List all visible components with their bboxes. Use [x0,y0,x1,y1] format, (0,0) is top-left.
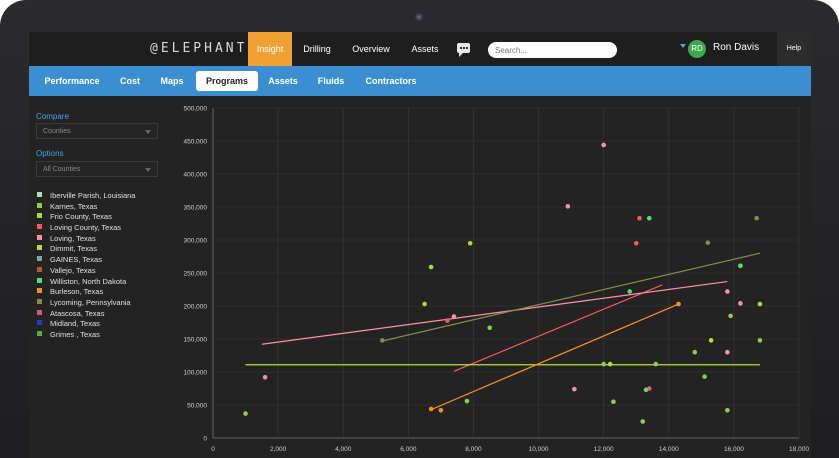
data-point [708,338,714,343]
y-tick-label: 50,000 [187,403,207,410]
y-tick-label: 100,000 [184,370,208,377]
scatter-chart: 0 2,000 4,000 6,000 8,000 10,000 12,000 14,000 1… [184,106,810,454]
y-tick-label: 200,000 [184,304,208,311]
data-point [637,215,642,221]
data-point [262,374,268,380]
x-tick-label: 4,000 [335,446,352,453]
data-point [601,142,606,148]
data-point [702,374,707,379]
data-point [601,361,606,367]
x-tick-label: 18,000 [789,446,809,453]
data-point [643,387,649,393]
app-screen: @ELEPHANT Insight Drilling Overview Asse… [29,32,811,458]
y-tick-label: 300,000 [184,238,208,245]
data-point [422,301,427,307]
x-tick-label: 6,000 [400,446,417,453]
data-point [646,215,652,221]
y-tick-label: 350,000 [184,205,208,212]
data-point [633,241,639,246]
data-point [705,240,711,245]
x-tick-label: 10,000 [529,446,549,453]
data-point [451,314,457,319]
data-point [754,215,759,221]
x-tick-label: 14,000 [659,446,679,453]
data-point [757,301,763,307]
data-point [725,349,730,355]
data-point [243,411,248,416]
trend-line [430,303,679,411]
webcam-icon [414,12,424,22]
data-point [607,361,613,367]
data-point [640,419,646,424]
x-tick-label: 16,000 [724,446,744,453]
data-point [464,398,470,404]
data-point [725,407,730,413]
trend-line [453,284,663,372]
y-tick-label: 450,000 [184,139,208,146]
data-point [627,289,633,294]
trend-line [382,252,761,342]
data-point [445,318,450,323]
x-tick-label: 0 [211,446,215,453]
data-point [728,313,733,319]
data-point [428,406,434,412]
y-tick-label: 400,000 [184,172,208,179]
laptop-frame: @ELEPHANT Insight Drilling Overview Asse… [0,0,839,458]
data-point [653,361,659,367]
x-tick-label: 12,000 [594,446,614,453]
data-point [738,301,743,306]
data-point [467,241,473,246]
data-point [438,407,444,413]
data-point [572,386,577,392]
x-tick-label: 2,000 [270,446,287,453]
y-tick-label: 0 [203,436,207,443]
data-point [676,301,681,307]
y-tick-label: 500,000 [184,106,208,113]
data-point [757,338,763,343]
y-tick-label: 250,000 [184,271,208,278]
data-point [379,338,385,343]
data-point [738,263,743,269]
data-point [428,264,434,270]
data-point [565,204,571,209]
y-tick-label: 150,000 [184,337,208,344]
data-point [611,399,616,405]
data-point [725,289,730,294]
x-tick-label: 8,000 [465,446,482,453]
data-point [692,349,698,355]
data-point [487,325,493,331]
